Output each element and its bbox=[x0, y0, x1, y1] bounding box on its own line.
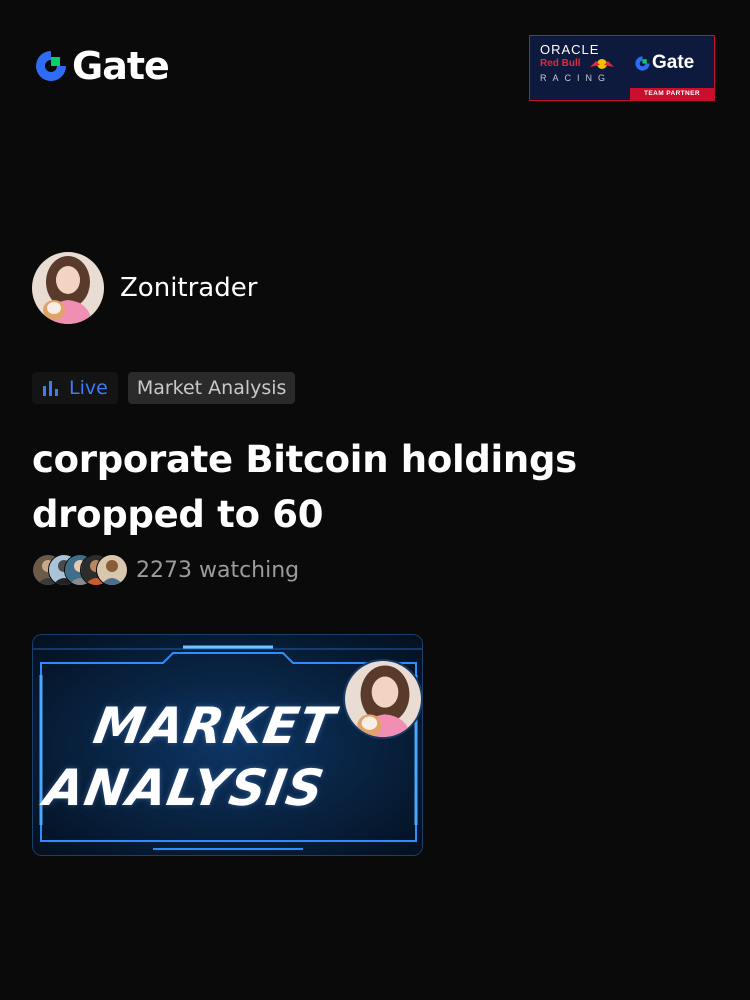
author-name[interactable]: Zonitrader bbox=[120, 273, 257, 303]
watcher-avatars bbox=[32, 554, 128, 586]
gate-logo[interactable]: Gate bbox=[33, 44, 170, 88]
bars-chart-icon bbox=[43, 381, 58, 396]
racing-text: RACING bbox=[540, 73, 612, 83]
live-label: Live bbox=[69, 377, 108, 399]
thumbnail-line-2: ANALYSIS bbox=[40, 759, 329, 817]
host-avatar bbox=[343, 659, 422, 739]
partner-gate-logo: Gate bbox=[634, 52, 694, 74]
partner-gate-text: Gate bbox=[652, 52, 695, 73]
stream-title: corporate Bitcoin holdings dropped to 60 bbox=[32, 438, 577, 536]
user-avatar-icon bbox=[32, 252, 104, 324]
category-tag[interactable]: Market Analysis bbox=[127, 372, 296, 404]
thumbnail-line-1: MARKET bbox=[89, 697, 340, 755]
tag-row: Live Market Analysis bbox=[32, 372, 296, 404]
team-partner-badge: TEAM PARTNER bbox=[630, 88, 714, 100]
watching-count: 2273 watching bbox=[136, 557, 300, 583]
oracle-text: ORACLE bbox=[540, 42, 600, 57]
live-tag[interactable]: Live bbox=[32, 372, 118, 404]
author-row[interactable]: Zonitrader bbox=[32, 252, 257, 324]
watcher-avatar bbox=[96, 554, 128, 586]
logo-text: Gate bbox=[72, 44, 170, 88]
author-avatar[interactable] bbox=[32, 252, 104, 324]
red-bull-icon bbox=[590, 59, 614, 69]
thumbnail-headline: MARKET ANALYSIS bbox=[40, 695, 340, 819]
gate-logo-icon bbox=[36, 51, 66, 81]
red-bull-text: Red Bull bbox=[540, 58, 581, 69]
gate-logo-icon bbox=[635, 55, 650, 71]
team-partner-banner[interactable]: ORACLE Red Bull RACING Gate TEAM PARTNER bbox=[529, 35, 715, 101]
stream-thumbnail[interactable]: MARKET ANALYSIS bbox=[32, 634, 423, 856]
watchers-row: 2273 watching bbox=[32, 554, 299, 586]
